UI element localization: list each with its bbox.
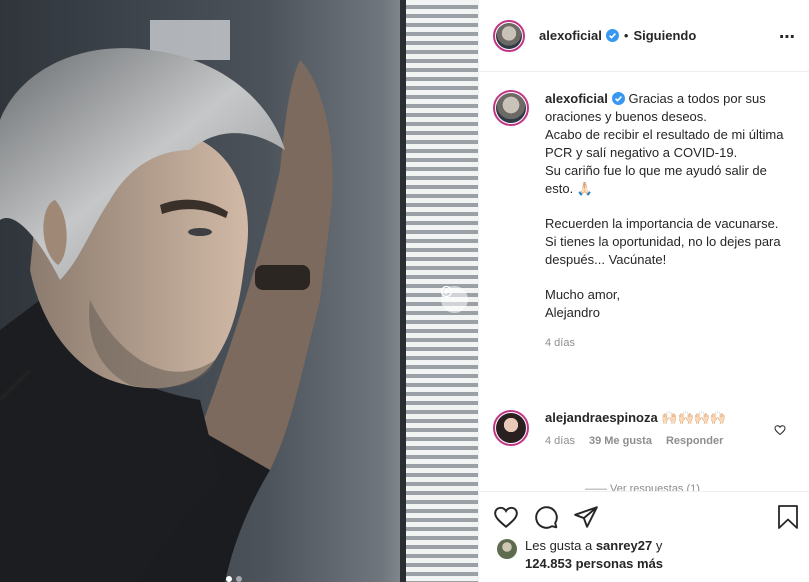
liker-avatar[interactable] [497, 539, 517, 559]
comment-item: alejandraespinoza 🙌🏻🙌🏻🙌🏻🙌🏻 4 días 39 Me … [493, 410, 798, 447]
heart-icon[interactable] [493, 504, 519, 530]
following-button[interactable]: Siguiendo [633, 28, 696, 43]
comment-body: alejandraespinoza 🙌🏻🙌🏻🙌🏻🙌🏻 4 días 39 Me … [545, 410, 765, 447]
verified-badge-icon [605, 29, 619, 42]
chevron-right-icon [441, 286, 452, 297]
post-caption: alexoficial Gracias a todos por sus orac… [493, 90, 798, 352]
likes-prefix: Les gusta a [525, 538, 596, 553]
post-header: alexoficial • Siguiendo ⋯ [479, 0, 809, 72]
likes-summary: Les gusta a sanrey27 y 124.853 personas … [497, 537, 663, 573]
post-actions: Les gusta a sanrey27 y 124.853 personas … [479, 491, 809, 582]
comment-like-heart-icon[interactable] [774, 424, 786, 436]
carousel-dot-active [226, 576, 232, 582]
view-replies-link[interactable]: —— Ver respuestas (1) [585, 483, 700, 491]
caption-text-3: Su cariño fue lo que me ayudó salir de e… [545, 163, 767, 196]
comment-time[interactable]: 4 días [545, 435, 575, 447]
caption-username[interactable]: alexoficial [545, 91, 608, 106]
commenter-avatar[interactable] [493, 410, 529, 446]
likes-text: Les gusta a sanrey27 y 124.853 personas … [525, 537, 663, 573]
caption-body: alexoficial Gracias a todos por sus orac… [545, 90, 795, 352]
carousel-dot [236, 576, 242, 582]
save-button[interactable] [776, 504, 800, 530]
likes-middle: y [652, 538, 663, 553]
author-avatar[interactable] [493, 19, 525, 52]
paper-plane-icon[interactable] [573, 504, 599, 530]
comment-meta: 4 días 39 Me gusta Responder [545, 435, 765, 447]
comment-likes[interactable]: 39 Me gusta [589, 435, 652, 447]
carousel-dots [226, 576, 242, 582]
caption-avatar[interactable] [493, 90, 529, 126]
likes-count[interactable]: 124.853 personas más [525, 556, 663, 571]
author-username[interactable]: alexoficial [539, 28, 602, 43]
more-options-icon[interactable]: ⋯ [779, 27, 796, 47]
action-icons-row [493, 504, 599, 530]
post-photo[interactable] [0, 0, 478, 582]
comment-text: 🙌🏻🙌🏻🙌🏻🙌🏻 [661, 410, 727, 425]
portrait-image [0, 0, 478, 582]
verified-badge-icon [611, 92, 625, 105]
comments-section[interactable]: alexoficial Gracias a todos por sus orac… [479, 73, 809, 491]
post-side-panel: alexoficial • Siguiendo ⋯ alexoficial Gr… [478, 0, 809, 582]
commenter-username[interactable]: alejandraespinoza [545, 410, 658, 425]
reply-button[interactable]: Responder [666, 435, 723, 447]
caption-text-6: Mucho amor, [545, 287, 621, 302]
caption-text-4: Recuerden la importancia de vacunarse. [545, 216, 779, 231]
carousel-next-button[interactable] [441, 286, 468, 313]
bookmark-icon [778, 505, 798, 529]
caption-text-2: Acabo de recibir el resultado de mi últi… [545, 127, 784, 160]
caption-text-5: Si tienes la oportunidad, no lo dejes pa… [545, 234, 781, 267]
comment-icon[interactable] [533, 504, 559, 530]
liker-username[interactable]: sanrey27 [596, 538, 652, 553]
caption-time[interactable]: 4 días [545, 334, 795, 352]
header-separator: • [623, 28, 629, 43]
caption-text-7: Alejandro [545, 305, 600, 320]
